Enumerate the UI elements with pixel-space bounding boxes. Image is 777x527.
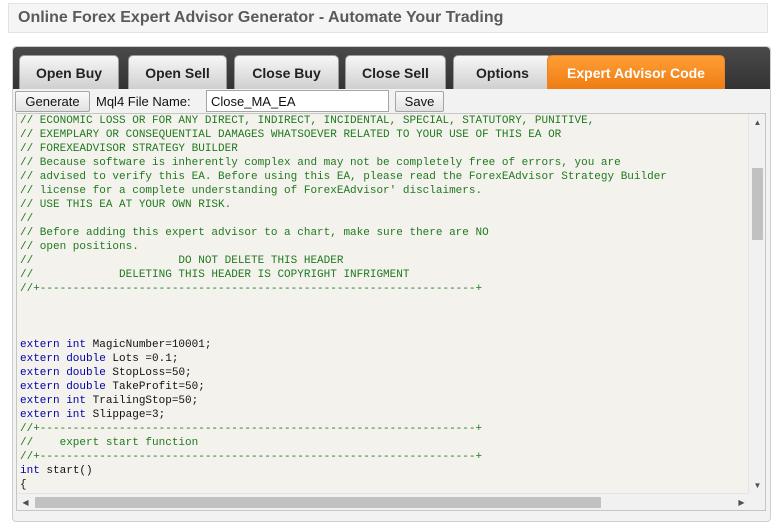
code-keyword: extern double [20, 381, 106, 393]
scroll-corner [748, 493, 765, 510]
code-line: // ECONOMIC LOSS OR FOR ANY DIRECT, INDI… [20, 114, 742, 128]
page-title: Online Forex Expert Advisor Generator - … [18, 9, 504, 26]
filename-input[interactable] [206, 90, 389, 112]
code-line: extern double Lots =0.1; [20, 352, 742, 366]
code-comment: // USE THIS EA AT YOUR OWN RISK. [20, 199, 232, 211]
save-button[interactable]: Save [395, 91, 444, 112]
tab-close-buy[interactable]: Close Buy [234, 55, 339, 89]
code-line: extern int TrailingStop=50; [20, 394, 742, 408]
generate-button[interactable]: Generate [15, 91, 90, 112]
code-comment: // Before adding this expert advisor to … [20, 227, 489, 239]
code-comment: // DO NOT DELETE THIS HEADER [20, 255, 344, 267]
code-keyword: extern double [20, 353, 106, 365]
tab-options[interactable]: Options [453, 55, 552, 89]
main-panel: Open Buy Open Sell Close Buy Close Sell … [12, 46, 771, 522]
code-comment: // FOREXEADVISOR STRATEGY BUILDER [20, 143, 238, 155]
code-keyword: extern int [20, 339, 87, 351]
code-line: // DELETING THIS HEADER IS COPYRIGHT INF… [20, 268, 742, 282]
code-line: // license for a complete understanding … [20, 184, 742, 198]
code-comment: //+-------------------------------------… [20, 423, 483, 435]
tab-expert-advisor-code[interactable]: Expert Advisor Code [547, 55, 725, 89]
code-line: //+-------------------------------------… [20, 450, 742, 464]
code-line: // expert start function [20, 436, 742, 450]
code-token: Slippage=3; [86, 409, 166, 421]
code-line: //+-------------------------------------… [20, 422, 742, 436]
code-text[interactable]: // ECONOMIC LOSS OR FOR ANY DIRECT, INDI… [20, 114, 742, 506]
code-token: TakeProfit=50; [105, 381, 205, 393]
code-comment: // expert start function [20, 437, 199, 449]
tab-close-sell[interactable]: Close Sell [345, 55, 446, 89]
page-header: Online Forex Expert Advisor Generator - … [8, 3, 768, 33]
code-line: // advised to verify this EA. Before usi… [20, 170, 742, 184]
horizontal-scrollbar[interactable]: ◀ ▶ [17, 493, 750, 510]
code-line: // FOREXEADVISOR STRATEGY BUILDER [20, 142, 742, 156]
code-line: extern int Slippage=3; [20, 408, 742, 422]
code-line: // EXEMPLARY OR CONSEQUENTIAL DAMAGES WH… [20, 128, 742, 142]
code-token: { [20, 479, 27, 491]
scroll-left-icon[interactable]: ◀ [17, 494, 34, 510]
scroll-up-icon[interactable]: ▲ [749, 114, 765, 131]
vertical-scrollbar[interactable]: ▲ ▼ [748, 114, 765, 494]
code-comment: // EXEMPLARY OR CONSEQUENTIAL DAMAGES WH… [20, 129, 562, 141]
toolbar: Generate Mql4 File Name: Save [15, 90, 715, 112]
code-line: // Before adding this expert advisor to … [20, 226, 742, 240]
code-line: extern int MagicNumber=10001; [20, 338, 742, 352]
code-line: // DO NOT DELETE THIS HEADER [20, 254, 742, 268]
code-token: TrailingStop=50; [86, 395, 199, 407]
code-token: Lots =0.1; [105, 353, 179, 365]
code-keyword: int [20, 465, 40, 477]
code-line: // open positions. [20, 240, 742, 254]
code-comment: // DELETING THIS HEADER IS COPYRIGHT INF… [20, 269, 410, 281]
tab-strip: Open Buy Open Sell Close Buy Close Sell … [13, 47, 770, 89]
code-token: start() [39, 465, 93, 477]
code-line: int start() [20, 464, 742, 478]
tab-open-sell[interactable]: Open Sell [128, 55, 227, 89]
filename-label: Mql4 File Name: [96, 94, 191, 109]
code-keyword: extern double [20, 367, 106, 379]
code-token: MagicNumber=10001; [86, 339, 212, 351]
code-token: StopLoss=50; [105, 367, 192, 379]
code-comment: // advised to verify this EA. Before usi… [20, 171, 667, 183]
code-comment: // [20, 213, 34, 225]
code-comment: //+-------------------------------------… [20, 451, 483, 463]
code-comment: //+-------------------------------------… [20, 283, 483, 295]
code-line: { [20, 478, 742, 492]
code-comment: // open positions. [20, 241, 139, 253]
code-keyword: extern int [20, 409, 87, 421]
code-keyword: extern int [20, 395, 87, 407]
tab-open-buy[interactable]: Open Buy [19, 55, 119, 89]
code-comment: // license for a complete understanding … [20, 185, 483, 197]
code-line: // USE THIS EA AT YOUR OWN RISK. [20, 198, 742, 212]
code-line: // [20, 212, 742, 226]
horizontal-scroll-thumb[interactable] [35, 497, 601, 508]
code-line: extern double StopLoss=50; [20, 366, 742, 380]
code-comment: // ECONOMIC LOSS OR FOR ANY DIRECT, INDI… [20, 115, 595, 127]
code-line: // Because software is inherently comple… [20, 156, 742, 170]
code-line: //+-------------------------------------… [20, 282, 742, 296]
code-editor[interactable]: // ECONOMIC LOSS OR FOR ANY DIRECT, INDI… [16, 113, 766, 511]
code-line: extern double TakeProfit=50; [20, 380, 742, 394]
code-comment: // Because software is inherently comple… [20, 157, 621, 169]
vertical-scroll-thumb[interactable] [752, 168, 763, 240]
scroll-down-icon[interactable]: ▼ [749, 477, 765, 494]
